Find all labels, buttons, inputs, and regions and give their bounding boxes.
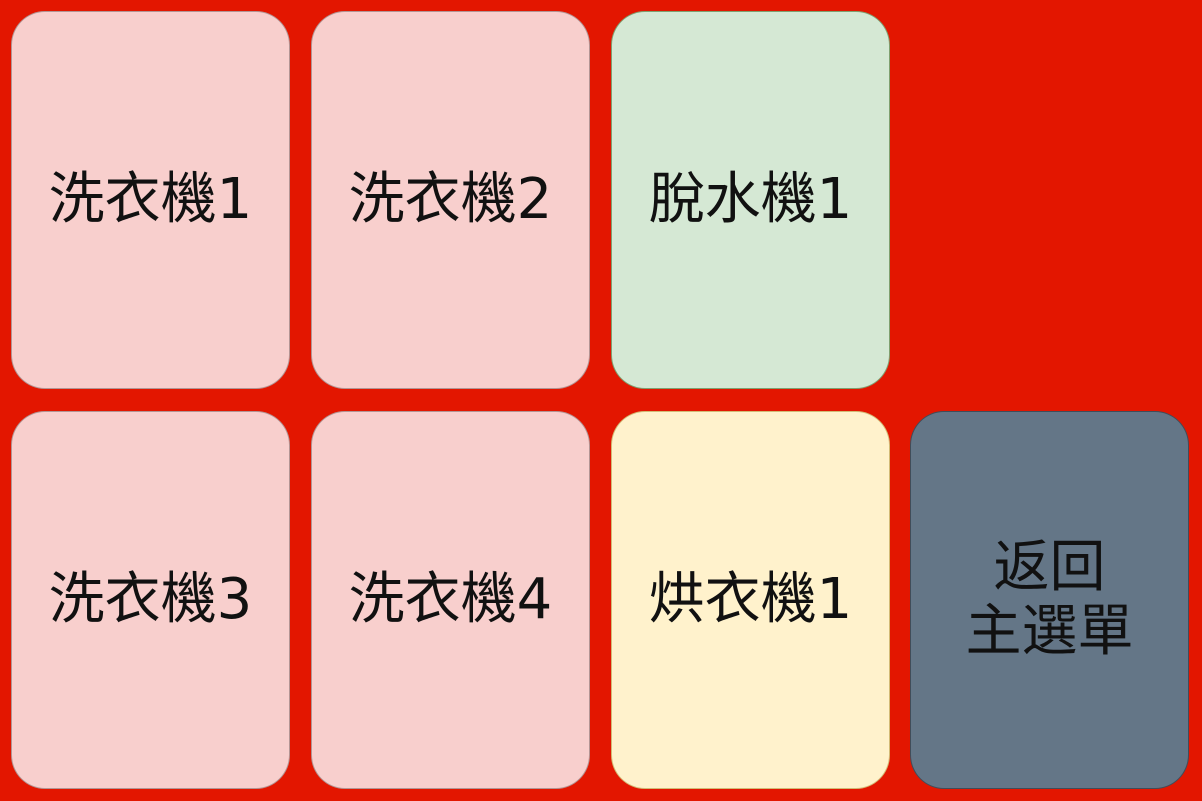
back-to-main-menu-label: 返回 主選單 [965,535,1134,664]
spin-dryer-1-button[interactable]: 脫水機1 [611,11,890,389]
washer-2-button[interactable]: 洗衣機2 [311,11,590,389]
washer-1-label: 洗衣機1 [48,167,253,232]
washer-1-button[interactable]: 洗衣機1 [11,11,290,389]
spin-dryer-1-label: 脫水機1 [648,167,853,232]
dryer-1-button[interactable]: 烘衣機1 [611,411,890,789]
dryer-1-label: 烘衣機1 [648,567,853,632]
machine-selection-screen: 洗衣機1 洗衣機2 脫水機1 洗衣機3 洗衣機4 烘衣機1 返回 主選單 [0,0,1202,801]
washer-4-label: 洗衣機4 [348,567,553,632]
washer-2-label: 洗衣機2 [348,167,553,232]
washer-3-label: 洗衣機3 [48,567,253,632]
washer-4-button[interactable]: 洗衣機4 [311,411,590,789]
back-to-main-menu-button[interactable]: 返回 主選單 [910,411,1189,789]
washer-3-button[interactable]: 洗衣機3 [11,411,290,789]
